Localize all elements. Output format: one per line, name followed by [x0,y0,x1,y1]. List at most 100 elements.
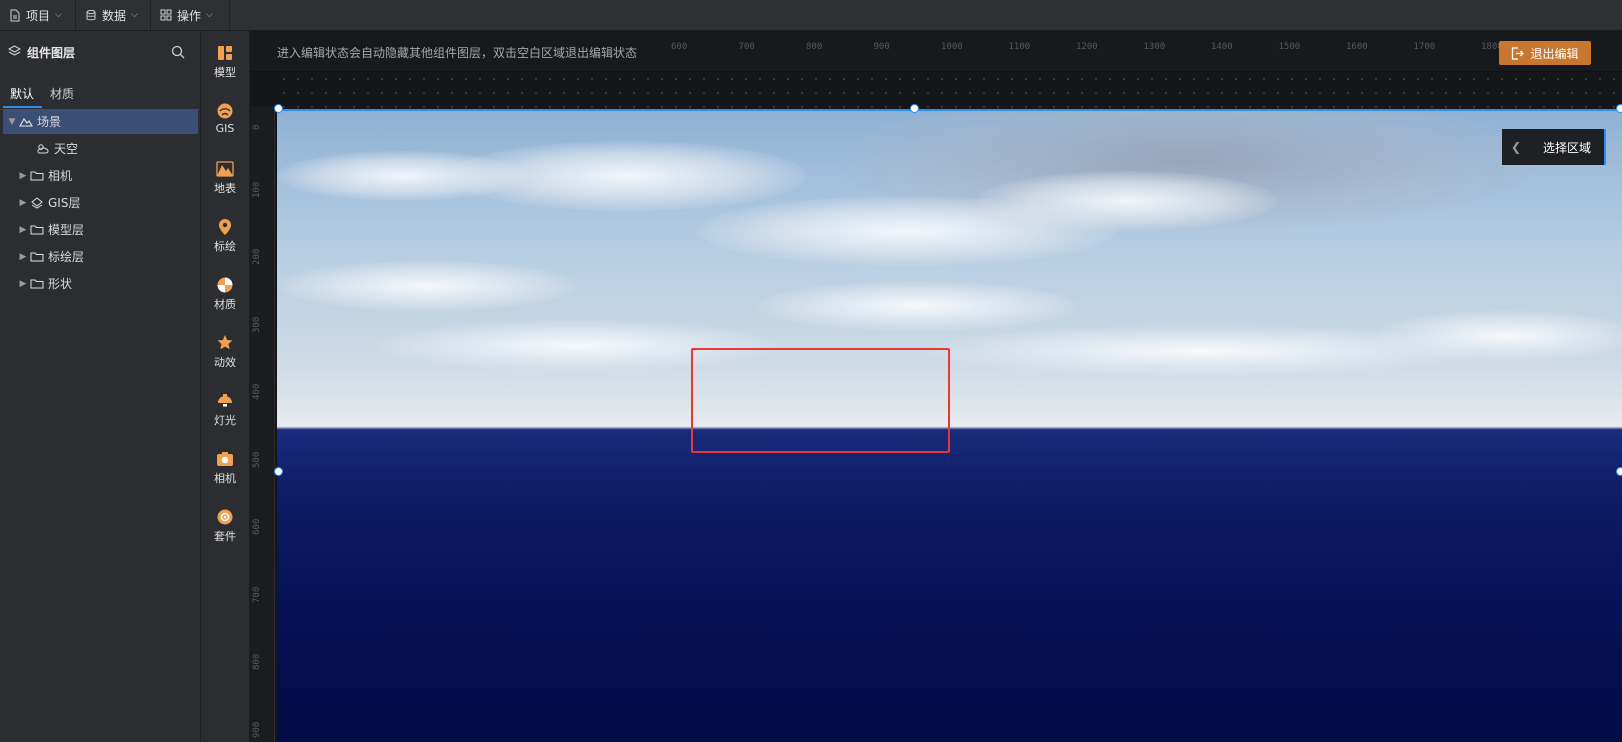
chevron-down-icon: ⌵ [206,10,213,20]
exit-edit-button[interactable]: 退出编辑 [1499,41,1591,65]
cloud [277,261,577,311]
edit-notice-text: 进入编辑状态会自动隐藏其他组件图层，双击空白区域退出编辑状态 [277,46,638,60]
caret-right-icon[interactable]: ▶ [17,198,29,208]
light-icon [218,394,232,407]
tree-item-plot-layer[interactable]: ▶ 标绘层 [3,244,198,269]
layer-panel: 组件图层 默认 材质 ▼ 场景 天空 ▶ 相机 ▶ GIS层 ▶ 模型层 ▶ 标… [0,31,201,742]
tree-item-scene[interactable]: ▼ 场景 [3,109,198,134]
tree-item-camera[interactable]: ▶ 相机 [3,163,198,188]
ruler-tick-label: 100 [252,181,262,198]
tab-default[interactable]: 默认 [10,85,34,102]
resize-handle-top-right[interactable] [1616,104,1622,113]
cloud [1377,311,1622,361]
vertical-ruler: 0 100 200 300 400 500 600 700 800 900 [250,106,275,742]
ruler-tick-label: 400 [252,383,262,400]
tool-terrain-label: 地表 [214,182,236,195]
ruler-tick-label: 800 [806,42,823,52]
resize-handle-top-left[interactable] [274,104,283,113]
kit-icon [217,509,233,525]
layer-tabs: 默认 材质 [0,77,200,110]
ruler-tick-label: 1400 [1211,42,1233,52]
tool-terrain[interactable]: 地表 [201,160,249,196]
tree-item-label: 天空 [54,142,79,156]
ruler-tick-label: 800 [252,653,262,670]
folder-icon [29,250,45,264]
cloud [757,281,1077,331]
tree-item-label: 模型层 [48,223,85,237]
tool-kit[interactable]: 套件 [201,508,249,544]
chevron-left-icon[interactable]: ❮ [1502,140,1530,154]
tool-light[interactable]: 灯光 [201,392,249,428]
caret-down-icon[interactable]: ▼ [6,117,18,127]
tool-material-label: 材质 [214,298,236,311]
layers-icon [8,45,21,56]
tool-gis[interactable]: GIS [201,102,249,135]
tool-material[interactable]: 材质 [201,276,249,312]
tool-gis-label: GIS [215,122,235,135]
cloud [277,151,527,201]
menu-project[interactable]: 项目 ⌵ [0,0,76,30]
select-region-panel[interactable]: ❮ 选择区域 [1502,129,1606,165]
ruler-tick-label: 1700 [1413,42,1436,52]
gis-layer-icon [29,196,45,210]
menu-operation[interactable]: 操作 ⌵ [151,0,230,30]
tool-camera[interactable]: 相机 [201,450,249,486]
caret-right-icon[interactable]: ▶ [17,279,29,289]
menu-project-label: 项目 [26,8,51,23]
tool-model-label: 模型 [214,66,236,79]
cloud [977,171,1277,231]
material-icon [217,277,233,293]
tree-item-shape[interactable]: ▶ 形状 [3,271,198,296]
tree-item-model-layer[interactable]: ▶ 模型层 [3,217,198,242]
exit-icon [1512,46,1525,60]
tool-model[interactable]: 模型 [201,44,249,80]
resize-handle-top[interactable] [910,104,919,113]
ruler-tick-label: 1000 [941,42,963,52]
file-icon [10,9,20,21]
top-menu-bar: 项目 ⌵ 数据 ⌵ 操作 ⌵ [0,0,1622,31]
folder-icon [29,223,45,237]
chevron-down-icon: ⌵ [131,10,138,20]
tree-item-gis-layer[interactable]: ▶ GIS层 [3,190,198,215]
ruler-tick-label: 600 [671,42,688,52]
search-icon[interactable] [171,45,185,59]
effect-icon [217,335,233,350]
menu-data-label: 数据 [102,8,127,23]
camera-icon [217,452,233,466]
tree-item-label: 标绘层 [48,250,85,264]
tool-light-label: 灯光 [214,414,236,427]
ruler-tick-label: 200 [252,248,262,265]
model-icon [218,46,232,60]
caret-right-icon[interactable]: ▶ [17,225,29,235]
active-tab-indicator [3,106,42,108]
resize-handle-left[interactable] [274,467,283,476]
chevron-down-icon: ⌵ [55,10,62,20]
horizontal-ruler: 600 700 800 900 1000 1100 1200 1300 1400 1500 1600… [277,42,1622,79]
menu-data[interactable]: 数据 ⌵ [76,0,151,30]
tree-item-label: GIS层 [48,196,81,210]
folder-icon [29,277,45,291]
tool-marker[interactable]: 标绘 [201,218,249,254]
tool-effect-label: 动效 [214,356,236,369]
caret-right-icon[interactable]: ▶ [17,171,29,181]
ruler-tick-label: 600 [252,518,262,535]
select-region-label: 选择区域 [1543,140,1592,155]
tree-item-label: 场景 [37,115,62,129]
component-toolbar: 模型 GIS 地表 标绘 材质 动效 灯光 相机 套件 [201,31,250,742]
caret-right-icon[interactable]: ▶ [17,252,29,262]
tab-material[interactable]: 材质 [50,85,74,102]
gis-icon [217,103,233,119]
ruler-tick-label: 900 [252,721,262,738]
ruler-tick-label: 700 [738,42,755,52]
ruler-tick-label: 0 [252,124,262,130]
ruler-tick-label: 1200 [1076,42,1098,52]
ruler-tick-label: 1600 [1346,42,1368,52]
resize-handle-right[interactable] [1616,467,1622,476]
ruler-tick-label: 700 [252,586,262,603]
tree-item-sky[interactable]: 天空 [3,136,198,161]
grid-icon [160,9,172,21]
ruler-tick-label: 1500 [1278,42,1301,52]
ruler-tick-label: 900 [873,42,890,52]
tool-effect[interactable]: 动效 [201,334,249,370]
tool-kit-label: 套件 [214,530,236,543]
